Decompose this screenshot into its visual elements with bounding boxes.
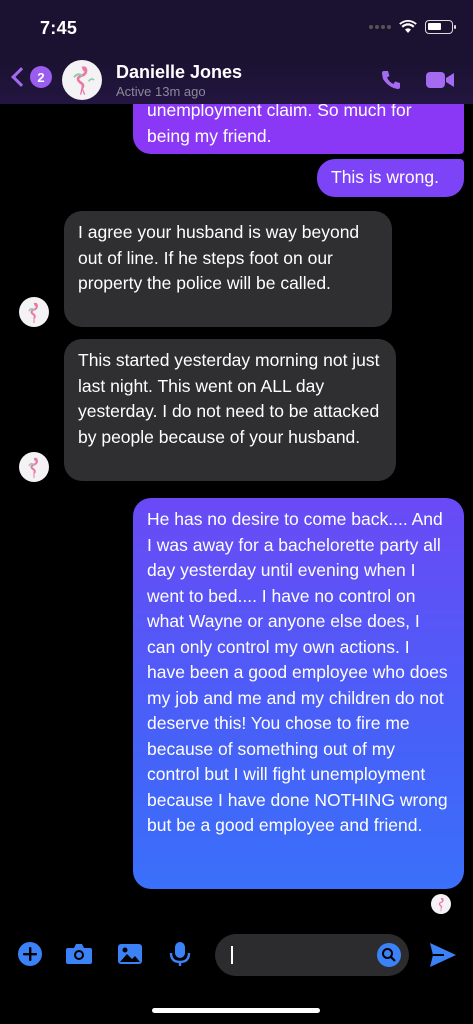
flamingo-icon	[438, 897, 444, 912]
flamingo-icon	[28, 302, 39, 323]
flamingo-icon	[28, 457, 39, 478]
wifi-icon	[399, 20, 417, 33]
contact-avatar[interactable]	[19, 452, 49, 482]
back-chevron-icon	[11, 67, 31, 87]
message-bubble-outgoing[interactable]: This is wrong.	[317, 159, 464, 197]
plus-icon[interactable]	[16, 940, 44, 968]
message-bubble-outgoing[interactable]: He has no desire to come back.... And I …	[133, 498, 464, 889]
message-bubble-incoming[interactable]: This started yesterday morning not just …	[64, 339, 396, 481]
text-cursor	[231, 946, 233, 964]
contact-status: Active 13m ago	[116, 84, 206, 99]
contact-avatar[interactable]	[62, 60, 102, 100]
chat-header: 2 Danielle Jones Active 13m ago	[0, 56, 473, 104]
message-bubble-outgoing[interactable]: unemployment claim. So much for being my…	[133, 96, 464, 154]
message-thread[interactable]: unemployment claim. So much for being my…	[0, 56, 473, 916]
status-time: 7:45	[40, 18, 78, 38]
send-icon[interactable]	[428, 941, 458, 969]
message-input[interactable]	[215, 934, 409, 976]
contact-avatar[interactable]	[19, 297, 49, 327]
unread-badge: 2	[30, 66, 52, 88]
flamingo-icon	[73, 66, 95, 95]
emoji-button[interactable]	[377, 943, 401, 967]
signal-icon	[369, 25, 391, 29]
contact-name[interactable]: Danielle Jones	[116, 62, 242, 83]
video-call-icon[interactable]	[425, 69, 455, 91]
emoji-icon	[382, 948, 396, 962]
message-bubble-incoming[interactable]: I agree your husband is way beyond out o…	[64, 211, 392, 327]
status-bar: 7:45	[0, 0, 473, 56]
header-actions	[379, 68, 455, 92]
read-receipt-avatar	[431, 894, 451, 914]
microphone-icon[interactable]	[168, 940, 192, 968]
home-indicator[interactable]	[152, 1008, 320, 1013]
status-icons	[369, 20, 456, 34]
camera-icon[interactable]	[64, 940, 94, 968]
phone-icon[interactable]	[379, 68, 403, 92]
composer-bar	[0, 930, 473, 982]
image-icon[interactable]	[116, 940, 144, 968]
back-button[interactable]: 2	[11, 66, 52, 88]
battery-icon	[425, 20, 456, 34]
